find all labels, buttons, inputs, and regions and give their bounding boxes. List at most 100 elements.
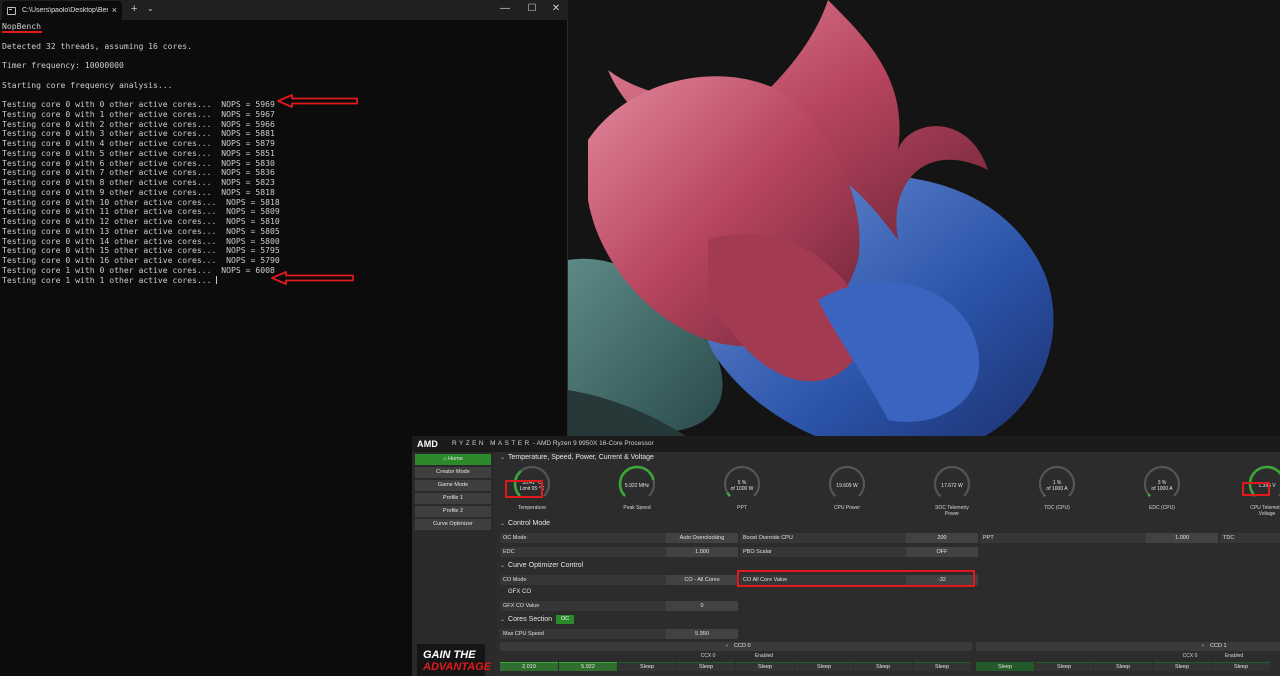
gfx-co-value[interactable]: 0: [666, 601, 738, 611]
ryzen-master-title-bar: AMD RYZEN MASTER - AMD Ryzen 9 9950X 16-…: [412, 436, 1280, 452]
banner-line-2: ADVANTAGE: [423, 661, 492, 673]
core-cell: Sleep: [618, 662, 676, 671]
chevron-down-icon: ⌄: [500, 617, 506, 623]
sidebar-item-label: Home: [448, 456, 463, 462]
gain-the-advantage-banner[interactable]: GAIN THE ADVANTAGE: [417, 644, 491, 676]
core-cell: Sleep: [854, 662, 912, 671]
section-header-curve-optimizer[interactable]: ⌄ Curve Optimizer Control: [500, 561, 583, 570]
co-mode-value[interactable]: CO - All Cores: [666, 575, 738, 585]
oc-mode-value[interactable]: Auto Overclocking: [666, 533, 738, 543]
sidebar-item-curve-optimizer[interactable]: Curve Optimizer: [415, 519, 491, 530]
oc-mode-label: OC Mode: [500, 533, 666, 543]
pbo-scalar-value[interactable]: OFF: [906, 547, 978, 557]
gauge-label: EDC (CPU): [1149, 505, 1175, 511]
ccx-status: Enabled: [754, 653, 774, 659]
core-cell: Sleep: [1094, 662, 1152, 671]
main-panel: ⌄ Temperature, Speed, Power, Current & Vo…: [498, 452, 1280, 676]
text-cursor: [216, 276, 218, 284]
new-tab-button[interactable]: +: [131, 3, 137, 15]
tdc-label: TDC: [1220, 533, 1280, 543]
section-header-gfx-co[interactable]: GFX CO: [508, 588, 531, 597]
chevron-down-icon: ⌄: [500, 563, 506, 569]
gauge-label: Temperature: [517, 505, 547, 511]
core-cell: 2.019: [500, 662, 558, 671]
max-cpu-speed-value[interactable]: 5.950: [666, 629, 738, 639]
edc-value[interactable]: 1.000: [666, 547, 738, 557]
ccd-name: CCD 0: [734, 643, 751, 649]
core-cell: Sleep: [677, 662, 735, 671]
minimize-button[interactable]: —: [496, 2, 514, 16]
voltage-highlight-annotation: [1242, 482, 1270, 496]
sidebar-item-home[interactable]: ⌂ Home: [415, 454, 491, 465]
ccd0-header[interactable]: › CCD 0: [500, 642, 972, 651]
chevron-down-icon: ⌄: [500, 455, 506, 461]
tab-dropdown-icon[interactable]: ⌄: [147, 3, 154, 15]
gauge-value: 17.672 W: [922, 483, 982, 489]
core-cell: 5.922: [559, 662, 617, 671]
gauge-value-line: 17.672 W: [941, 483, 963, 489]
result-line-text: Testing core 1 with 1 other active cores…: [2, 274, 217, 285]
temperature-highlight-annotation: [505, 480, 543, 498]
sidebar-item-profile-1[interactable]: Profile 1: [415, 493, 491, 504]
core-cell: Sleep: [795, 662, 853, 671]
gauge-value: 3 % of 1000 A: [1132, 480, 1192, 492]
close-button[interactable]: ✕: [547, 2, 565, 16]
tab-title: C:\Users\paolo\Desktop\Benc: [22, 7, 108, 14]
section-title: Curve Optimizer Control: [508, 562, 584, 569]
oc-badge: OC: [556, 615, 575, 624]
terminal-line: Detected 32 threads, assuming 16 cores.: [2, 40, 193, 51]
co-mode-label: CO Mode: [500, 575, 666, 585]
gauge-label: PPT: [737, 505, 747, 511]
tab-close-icon[interactable]: ×: [112, 5, 117, 15]
terminal-tab[interactable]: C:\Users\paolo\Desktop\Benc ×: [2, 1, 122, 20]
ccd1-header[interactable]: › CCD 1: [976, 642, 1280, 651]
ccx-status: Enabled: [1224, 653, 1244, 659]
ccx-label: CCX 0: [1182, 653, 1198, 659]
ccd-name: CCD 1: [1210, 643, 1227, 649]
core-cell: Sleep: [1035, 662, 1093, 671]
terminal-line: NopBench: [2, 21, 41, 31]
ppt-value[interactable]: 1.000: [1146, 533, 1218, 543]
section-header-cores[interactable]: ⌄ Cores Section OC: [500, 615, 575, 624]
gauge-value-line: 19.609 W: [836, 483, 858, 489]
gauge-label: SOC Telemetry Power: [935, 505, 969, 517]
gauge-label: TDC (CPU): [1044, 505, 1070, 511]
section-title: Control Mode: [508, 520, 551, 527]
terminal-output[interactable]: NopBench Detected 32 threads, assuming 1…: [2, 21, 562, 285]
core-cell: Sleep: [976, 662, 1034, 671]
amd-logo: AMD: [417, 439, 439, 449]
gauge-value-line: of 1000 A: [1046, 486, 1068, 492]
section-header-control-mode[interactable]: ⌄ Control Mode: [500, 519, 550, 528]
ryzen-master-window: AMD RYZEN MASTER - AMD Ryzen 9 9950X 16-…: [412, 436, 1280, 676]
gauge-value-line: of 1000 A: [1151, 486, 1173, 492]
gauge: 19.609 W CPU Power: [817, 464, 877, 511]
maximize-button[interactable]: ☐: [523, 2, 541, 16]
gauge-label: Peak Speed: [623, 505, 651, 511]
chevron-right-icon: ›: [726, 643, 728, 649]
red-arrow-annotation: [277, 94, 358, 108]
ccx-label: CCX 0: [700, 653, 716, 659]
desktop: C:\Users\paolo\Desktop\Benc × + ⌄ — ☐ ✕ …: [0, 0, 1280, 676]
section-header-temps[interactable]: ⌄ Temperature, Speed, Power, Current & Vo…: [500, 453, 654, 462]
boost-override-value[interactable]: 200: [906, 533, 978, 543]
terminal-line: Starting core frequency analysis...: [2, 79, 173, 90]
processor-name: - AMD Ryzen 9 9950X 16-Core Processor: [533, 440, 654, 447]
title-underline-annotation: [2, 31, 42, 33]
core-cell: Sleep: [1153, 662, 1211, 671]
gauge-value: 19.609 W: [817, 483, 877, 489]
gauge-value-line: of 1000 W: [730, 486, 754, 492]
gauge: 1 % of 1000 A TDC (CPU): [1027, 464, 1087, 511]
section-title: Cores Section: [508, 616, 552, 623]
gauge-label: CPU Power: [833, 505, 861, 511]
pbo-scalar-label: PBO Scalar: [740, 547, 906, 557]
sidebar-item-creator-mode[interactable]: Creator Mode: [415, 467, 491, 478]
gauge-value: 1 % of 1000 A: [1027, 480, 1087, 492]
red-arrow-annotation: [271, 271, 354, 285]
sidebar-item-profile-2[interactable]: Profile 2: [415, 506, 491, 517]
edc-label: EDC: [500, 547, 666, 557]
gfx-co-label: GFX CO Value: [500, 601, 666, 611]
sidebar-item-game-mode[interactable]: Game Mode: [415, 480, 491, 491]
ppt-label: PPT: [980, 533, 1146, 543]
sidebar: ⌂ Home Creator Mode Game Mode Profile 1 …: [412, 452, 494, 676]
core-cell: Sleep: [736, 662, 794, 671]
